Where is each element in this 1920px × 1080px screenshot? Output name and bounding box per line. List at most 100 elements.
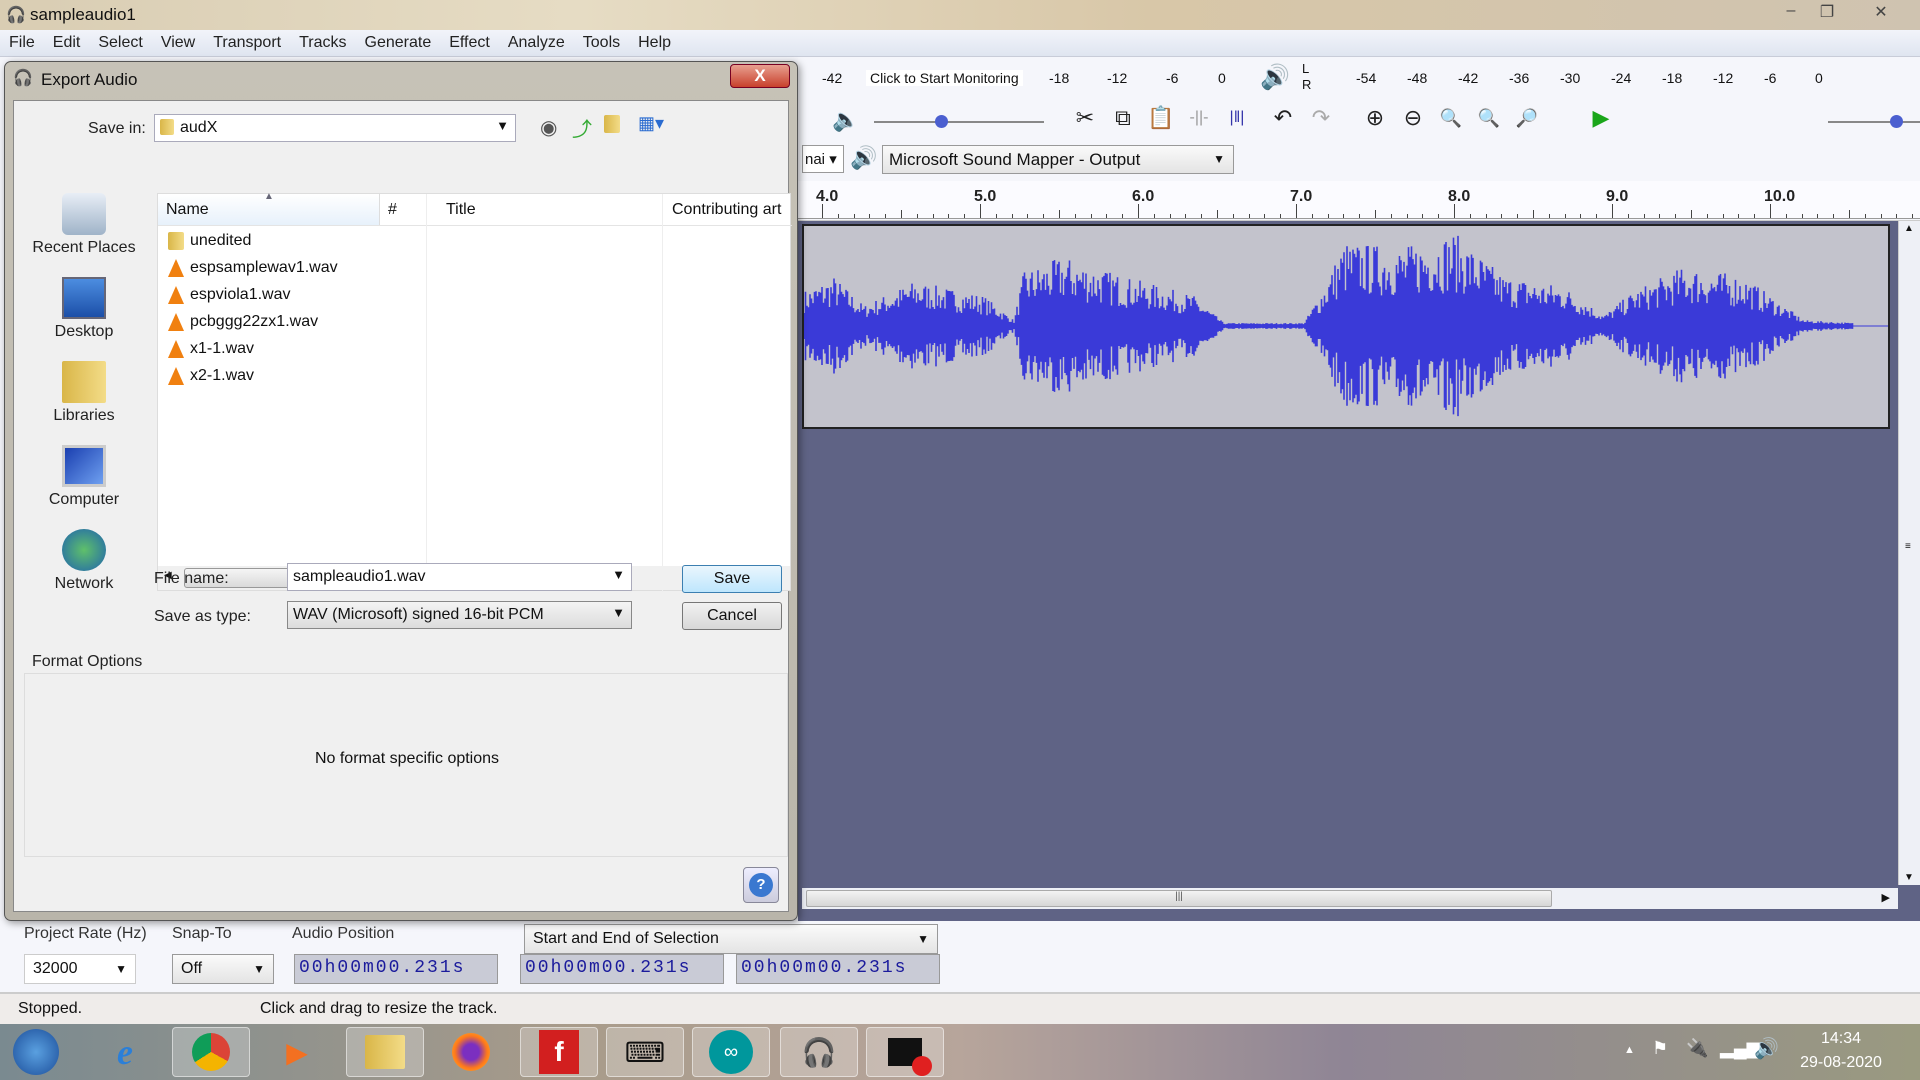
undo-icon[interactable]: ↶ bbox=[1266, 101, 1300, 135]
place-network[interactable]: Network bbox=[14, 529, 154, 593]
timeline-ruler[interactable]: 4.0 5.0 6.0 7.0 8.0 9.0 10.0 bbox=[798, 181, 1920, 219]
power-icon[interactable]: 🔌 bbox=[1686, 1038, 1708, 1059]
menu-effect[interactable]: Effect bbox=[440, 30, 499, 52]
save-as-type-dropdown[interactable]: WAV (Microsoft) signed 16-bit PCM ▼ bbox=[287, 601, 632, 629]
column-contributing-artist[interactable]: Contributing art bbox=[672, 201, 781, 219]
scroll-thumb[interactable]: ||| bbox=[806, 890, 1552, 907]
timeline-tick bbox=[1280, 214, 1282, 218]
start-button[interactable] bbox=[0, 1027, 72, 1077]
paste-icon[interactable]: 📋 bbox=[1144, 101, 1178, 135]
play-at-speed-icon[interactable]: ▶ bbox=[1584, 101, 1618, 135]
taskbar-screen-recorder[interactable] bbox=[866, 1027, 944, 1077]
cut-icon[interactable]: ✂ bbox=[1068, 101, 1102, 135]
column-name[interactable]: Name ▲ bbox=[158, 191, 380, 225]
file-row[interactable]: espviola1.wav bbox=[168, 286, 291, 304]
folder-icon bbox=[168, 232, 184, 250]
menu-help[interactable]: Help bbox=[629, 30, 680, 52]
host-dropdown[interactable]: nai ▾ bbox=[802, 145, 844, 173]
place-computer[interactable]: Computer bbox=[14, 445, 154, 509]
snap-to-label: Snap-To bbox=[172, 925, 232, 942]
project-rate-dropdown[interactable]: 32000 ▼ bbox=[24, 954, 136, 984]
menu-edit[interactable]: Edit bbox=[44, 30, 90, 52]
taskbar-audacity[interactable]: 🎧 bbox=[780, 1027, 858, 1077]
file-row[interactable]: x2-1.wav bbox=[168, 367, 254, 385]
column-number[interactable]: # bbox=[388, 201, 397, 219]
audio-track[interactable] bbox=[802, 224, 1890, 429]
menu-analyze[interactable]: Analyze bbox=[499, 30, 574, 52]
output-device-dropdown[interactable]: Microsoft Sound Mapper - Output ▼ bbox=[882, 145, 1234, 174]
taskbar-arduino[interactable]: ∞ bbox=[692, 1027, 770, 1077]
snap-to-dropdown[interactable]: Off ▼ bbox=[172, 954, 274, 984]
menu-file[interactable]: File bbox=[0, 30, 44, 52]
speaker-icon[interactable]: 🔊 bbox=[1260, 63, 1290, 92]
copy-icon[interactable]: ⧉ bbox=[1106, 101, 1140, 135]
zoom-toggle-icon[interactable]: 🔎 bbox=[1510, 101, 1544, 135]
zoom-out-icon[interactable]: ⊖ bbox=[1396, 101, 1430, 135]
meter-tick: -12 bbox=[1713, 70, 1734, 86]
file-row[interactable]: x1-1.wav bbox=[168, 340, 254, 358]
fit-selection-icon[interactable]: 🔍 bbox=[1434, 101, 1468, 135]
file-name-input[interactable]: sampleaudio1.wav ▼ bbox=[287, 563, 632, 591]
timeline-tick bbox=[1691, 210, 1692, 218]
selection-end-field[interactable]: 00h00m00.231s bbox=[736, 954, 940, 984]
menu-generate[interactable]: Generate bbox=[356, 30, 441, 52]
menu-tools[interactable]: Tools bbox=[574, 30, 629, 52]
file-name: unedited bbox=[190, 232, 252, 249]
up-folder-icon[interactable]: ⤴ bbox=[572, 113, 592, 142]
waveform bbox=[803, 235, 1888, 417]
menu-tracks[interactable]: Tracks bbox=[290, 30, 355, 52]
close-window-button[interactable]: ✕ bbox=[1866, 2, 1896, 24]
selection-start-field[interactable]: 00h00m00.231s bbox=[520, 954, 724, 984]
new-folder-icon[interactable] bbox=[604, 115, 620, 137]
clock-date[interactable]: 29-08-2020 bbox=[1796, 1054, 1886, 1072]
file-name: x1-1.wav bbox=[190, 340, 255, 357]
clock-time[interactable]: 14:34 bbox=[1806, 1030, 1876, 1048]
volume-icon[interactable]: 🔊 bbox=[1754, 1036, 1779, 1061]
file-list[interactable]: Name ▲ # Title Contributing art unedited e… bbox=[157, 191, 792, 592]
timeline-tick bbox=[901, 210, 902, 218]
horizontal-scrollbar[interactable]: ||| ▶ bbox=[802, 888, 1898, 909]
taskbar-file-explorer[interactable] bbox=[346, 1027, 424, 1077]
place-recent-places[interactable]: Recent Places bbox=[14, 193, 154, 257]
action-center-flag-icon[interactable]: ⚑ bbox=[1652, 1038, 1668, 1059]
trim-icon[interactable]: -||- bbox=[1182, 101, 1216, 135]
taskbar-foxit[interactable]: f bbox=[520, 1027, 598, 1077]
menu-transport[interactable]: Transport bbox=[204, 30, 290, 52]
place-libraries[interactable]: Libraries bbox=[14, 361, 154, 425]
cancel-button[interactable]: Cancel bbox=[682, 602, 782, 630]
playback-volume-slider[interactable] bbox=[874, 115, 1044, 128]
menu-select[interactable]: Select bbox=[89, 30, 151, 52]
taskbar-internet-explorer[interactable]: e bbox=[86, 1027, 164, 1077]
help-button[interactable]: ? bbox=[743, 867, 779, 903]
view-menu-icon[interactable]: ▦▾ bbox=[638, 113, 664, 134]
place-desktop[interactable]: Desktop bbox=[14, 277, 154, 341]
maximize-button[interactable]: ❐ bbox=[1812, 2, 1842, 24]
taskbar-firefox[interactable] bbox=[432, 1027, 510, 1077]
back-icon[interactable]: ◉ bbox=[540, 115, 557, 140]
zoom-in-icon[interactable]: ⊕ bbox=[1358, 101, 1392, 135]
dialog-close-button[interactable]: X bbox=[730, 64, 790, 88]
fit-project-icon[interactable]: 🔍 bbox=[1472, 101, 1506, 135]
project-rate-label: Project Rate (Hz) bbox=[24, 925, 147, 942]
timeline-tick bbox=[1706, 214, 1708, 218]
file-row[interactable]: unedited bbox=[168, 232, 251, 250]
column-title[interactable]: Title bbox=[446, 201, 476, 219]
menu-view[interactable]: View bbox=[152, 30, 204, 52]
vertical-scrollbar[interactable]: ▲ ▼ ≡ bbox=[1898, 221, 1920, 885]
file-row[interactable]: espsamplewav1.wav bbox=[168, 259, 338, 277]
taskbar-media-player[interactable]: ▶ bbox=[258, 1027, 336, 1077]
redo-icon[interactable]: ↷ bbox=[1304, 101, 1338, 135]
play-speed-slider[interactable] bbox=[1828, 115, 1920, 128]
audio-position-field[interactable]: 00h00m00.231s bbox=[294, 954, 498, 984]
silence-icon[interactable]: |‖| bbox=[1220, 101, 1254, 135]
show-hidden-icons[interactable]: ▲ bbox=[1624, 1044, 1635, 1056]
file-row[interactable]: pcbggg22zx1.wav bbox=[168, 313, 318, 331]
monitor-button[interactable]: Click to Start Monitoring bbox=[866, 70, 1023, 86]
save-in-dropdown[interactable]: audX ▼ bbox=[154, 114, 516, 142]
taskbar-chrome[interactable] bbox=[172, 1027, 250, 1077]
timeline-tick bbox=[995, 214, 997, 218]
minimize-button[interactable]: – bbox=[1776, 2, 1806, 24]
selection-mode-dropdown[interactable]: Start and End of Selection ▼ bbox=[524, 924, 938, 954]
save-button[interactable]: Save bbox=[682, 565, 782, 593]
taskbar-on-screen-keyboard[interactable]: ⌨ bbox=[606, 1027, 684, 1077]
